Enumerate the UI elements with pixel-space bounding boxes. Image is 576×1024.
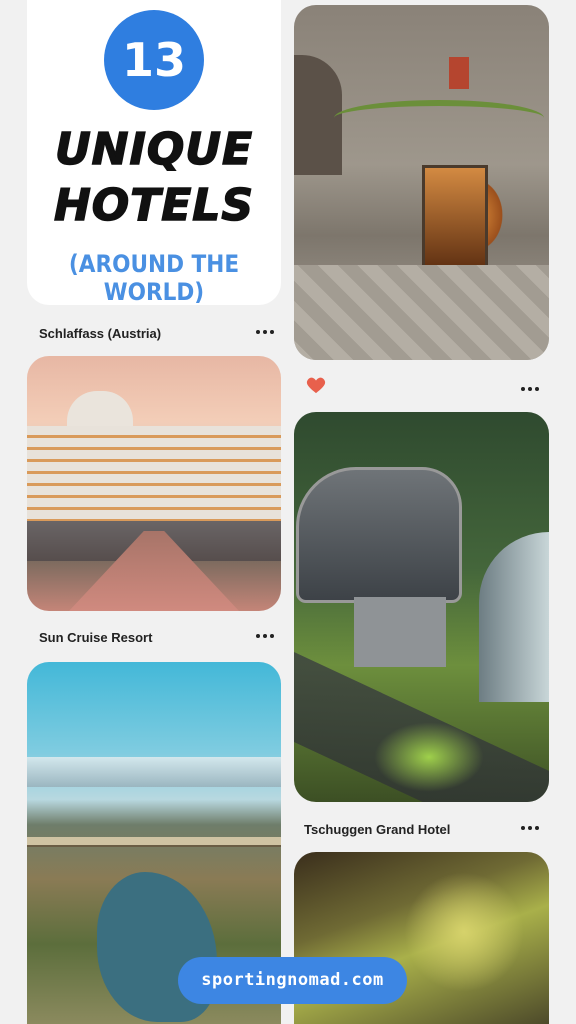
clouds-shape (27, 757, 281, 787)
pin-caption-tschuggen[interactable]: Tschuggen Grand Hotel (304, 822, 450, 837)
site-url-pill[interactable]: sportingnomad.com (178, 957, 407, 1004)
pin-image-sun-cruise[interactable] (27, 356, 281, 611)
count-badge: 13 (104, 10, 204, 110)
pin-caption-schlaffass[interactable]: Schlaffass (Austria) (39, 326, 161, 341)
more-options-icon[interactable] (519, 823, 541, 833)
door-shape (422, 165, 488, 276)
title-card: 13 UNIQUE HOTELS (AROUND THE WORLD) (27, 0, 281, 305)
pin-image-schlaffass[interactable] (294, 5, 549, 360)
sunlit-leaves-shape (404, 872, 524, 992)
heart-icon[interactable] (305, 376, 327, 394)
more-options-icon[interactable] (254, 631, 276, 641)
title-line-1: UNIQUE (54, 123, 254, 176)
foliage-glow-shape (374, 722, 484, 792)
window-shape (449, 57, 469, 89)
more-options-icon[interactable] (519, 384, 541, 394)
glass-sail-shape (479, 532, 549, 702)
bridge-shape (27, 837, 281, 847)
vine-shape (334, 100, 544, 136)
title-subtitle: (AROUND THE WORLD) (68, 250, 240, 305)
more-options-icon[interactable] (254, 327, 276, 337)
gondola-shape (296, 467, 462, 603)
gondola-base-shape (354, 597, 446, 667)
cobblestone-shape (294, 265, 549, 360)
pin-image-tschuggen[interactable] (294, 412, 549, 802)
title-line-2: HOTELS (53, 179, 255, 232)
ship-hull-shape (27, 426, 281, 521)
pin-caption-sun-cruise[interactable]: Sun Cruise Resort (39, 630, 152, 645)
